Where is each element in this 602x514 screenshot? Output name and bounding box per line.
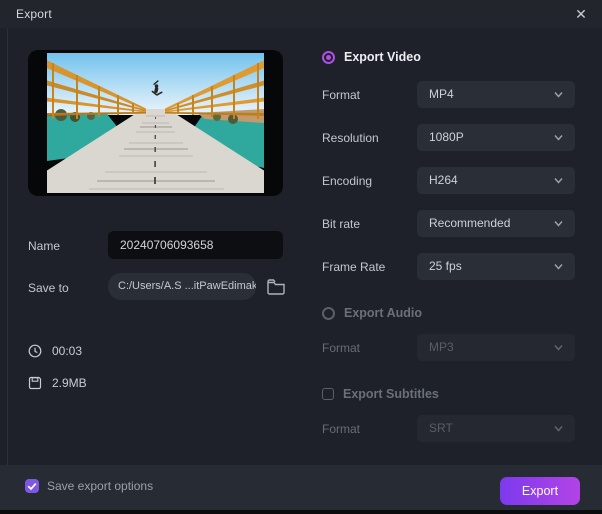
export-video-option[interactable]: Export Video [322,50,421,64]
encoding-dropdown[interactable]: H264 [417,167,575,194]
export-subtitles-label: Export Subtitles [343,387,439,401]
subtitles-format-value: SRT [429,421,453,435]
dialog-title: Export [16,7,52,21]
save-export-options[interactable]: Save export options [25,479,153,493]
bitrate-dropdown[interactable]: Recommended [417,210,575,237]
filesize-row: 2.9MB [28,376,87,390]
bridge-preview-image [47,53,264,193]
name-input[interactable] [108,231,283,259]
radio-selected-icon[interactable] [322,50,335,64]
export-audio-label: Export Audio [344,306,423,320]
audio-format-dropdown: MP3 [417,334,575,361]
chevron-down-icon [554,92,563,98]
bitrate-label: Bit rate [322,217,361,231]
chevron-down-icon [554,178,563,184]
chevron-down-icon [554,135,563,141]
chevron-down-icon [554,264,563,270]
duration-row: 00:03 [28,344,82,358]
titlebar: Export ✕ [0,0,602,28]
name-label: Name [28,239,61,253]
audio-format-value: MP3 [429,340,454,354]
window-bottom-edge [0,510,602,514]
resolution-dropdown[interactable]: 1080P [417,124,575,151]
format-label: Format [322,88,361,102]
duration-value: 00:03 [52,344,83,358]
framerate-dropdown[interactable]: 25 fps [417,253,575,280]
resolution-value: 1080P [429,130,464,144]
window-edge-highlight [7,28,8,510]
check-icon [27,483,37,491]
export-video-label: Export Video [344,50,421,64]
checkbox-checked-icon[interactable] [25,479,39,493]
saveto-label: Save to [28,281,69,295]
radio-unselected-icon[interactable] [322,306,335,320]
resolution-label: Resolution [322,131,379,145]
checkbox-unchecked-icon[interactable] [322,388,334,400]
chevron-down-icon [554,221,563,227]
export-button[interactable]: Export [500,477,580,505]
filesize-disk-icon [28,376,42,390]
filesize-value: 2.9MB [52,376,87,390]
format-dropdown[interactable]: MP4 [417,81,575,108]
export-audio-option[interactable]: Export Audio [322,306,422,320]
bitrate-value: Recommended [429,216,511,230]
clock-icon [28,344,42,358]
export-subtitles-option[interactable]: Export Subtitles [322,387,439,401]
export-dialog: Export ✕ Name 20240706093658 Save to C:/… [0,0,602,514]
saveto-path[interactable]: C:/Users/A.S ...itPawEdimakor [108,273,256,300]
chevron-down-icon [554,345,563,351]
encoding-label: Encoding [322,174,373,188]
close-icon[interactable]: ✕ [570,3,592,25]
chevron-down-icon [554,426,563,432]
audio-format-label: Format [322,341,361,355]
subtitles-format-dropdown: SRT [417,415,575,442]
video-preview-thumbnail [28,50,283,196]
subtitles-format-label: Format [322,422,361,436]
framerate-value: 25 fps [429,259,462,273]
folder-browse-icon[interactable] [266,277,288,297]
encoding-value: H264 [429,173,458,187]
framerate-label: Frame Rate [322,260,386,274]
format-value: MP4 [429,87,454,101]
save-export-options-label: Save export options [47,479,154,493]
